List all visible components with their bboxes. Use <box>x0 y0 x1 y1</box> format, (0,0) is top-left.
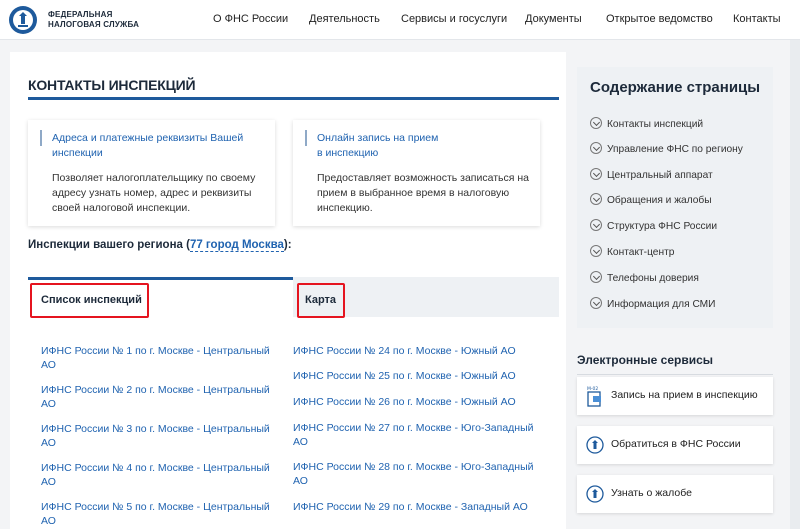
card-accent-bar <box>305 130 307 146</box>
chevron-down-icon <box>590 219 602 231</box>
region-heading: Инспекции вашего региона (77 город Москв… <box>28 239 292 252</box>
eservices-divider <box>577 374 773 375</box>
inspection-link[interactable]: ИФНС России № 3 по г. Москве - Центральн… <box>41 422 270 450</box>
highlight-box-map <box>297 283 345 318</box>
fns-emblem-icon <box>586 436 604 454</box>
nav-services[interactable]: Сервисы и госуслуги <box>401 13 507 25</box>
inspection-link[interactable]: ИФНС России № 26 по г. Москве - Южный АО <box>293 395 516 409</box>
page-title: КОНТАКТЫ ИНСПЕКЦИЙ <box>28 77 196 93</box>
eservice-complaint-status[interactable]: Узнать о жалобе <box>577 475 773 513</box>
eservice-contact-fns[interactable]: Обратиться в ФНС России <box>577 426 773 464</box>
toc-item-structure[interactable]: Структура ФНС России <box>590 219 717 232</box>
region-select-link[interactable]: 77 город Москва <box>189 239 284 252</box>
chevron-down-icon <box>590 142 602 154</box>
title-underline <box>28 97 559 100</box>
inspection-link[interactable]: ИФНС России № 25 по г. Москве - Южный АО <box>293 369 516 383</box>
appointment-description: Предоставляет возможность записаться на … <box>317 172 529 214</box>
service-card-requisites: Адреса и платежные реквизиты Вашей инспе… <box>28 120 275 226</box>
toc-item-hotlines[interactable]: Телефоны доверия <box>590 271 699 284</box>
page-scrollbar[interactable] <box>790 40 800 529</box>
nav-activity[interactable]: Деятельность <box>309 13 380 25</box>
chevron-down-icon <box>590 245 602 257</box>
chevron-down-icon <box>590 168 602 180</box>
site-header: ФЕДЕРАЛЬНАЯ НАЛОГОВАЯ СЛУЖБА О ФНС Росси… <box>0 0 800 40</box>
inspection-link[interactable]: ИФНС России № 28 по г. Москве - Юго-Запа… <box>293 460 534 488</box>
inspection-link[interactable]: ИФНС России № 1 по г. Москве - Центральн… <box>41 344 270 372</box>
requisites-description: Позволяет налогоплательщику по своему ад… <box>52 172 256 214</box>
inspection-link[interactable]: ИФНС России № 29 по г. Москве - Западный… <box>293 500 528 514</box>
nav-about[interactable]: О ФНС России <box>213 13 288 25</box>
chevron-down-icon <box>590 297 602 309</box>
fns-emblem-icon <box>586 485 604 503</box>
appointment-link[interactable]: Онлайн запись на прием в инспекцию <box>317 131 438 161</box>
toc-item-central-office[interactable]: Центральный аппарат <box>590 168 713 181</box>
toc-item-contacts[interactable]: Контакты инспекций <box>590 117 703 130</box>
card-accent-bar <box>40 130 42 146</box>
svg-text:М-02: М-02 <box>587 386 598 392</box>
toc-item-appeals[interactable]: Обращения и жалобы <box>590 193 712 206</box>
nav-contacts[interactable]: Контакты <box>733 13 781 25</box>
inspection-link[interactable]: ИФНС России № 27 по г. Москве - Юго-Запа… <box>293 421 534 449</box>
org-name[interactable]: ФЕДЕРАЛЬНАЯ НАЛОГОВАЯ СЛУЖБА <box>48 10 139 30</box>
chevron-down-icon <box>590 193 602 205</box>
toc-item-regional-office[interactable]: Управление ФНС по региону <box>590 142 743 155</box>
inspection-link[interactable]: ИФНС России № 24 по г. Москве - Южный АО <box>293 344 516 358</box>
document-icon: М-02 <box>587 386 601 407</box>
page-contents-title: Содержание страницы <box>590 79 761 96</box>
requisites-link[interactable]: Адреса и платежные реквизиты Вашей инспе… <box>52 131 243 161</box>
inspection-link[interactable]: ИФНС России № 5 по г. Москве - Центральн… <box>41 500 270 528</box>
inspection-link[interactable]: ИФНС России № 2 по г. Москве - Центральн… <box>41 383 270 411</box>
fns-emblem-icon[interactable] <box>8 5 38 35</box>
eservice-appointment[interactable]: М-02 Запись на прием в инспекцию <box>577 377 773 415</box>
toc-item-contact-center[interactable]: Контакт-центр <box>590 245 674 258</box>
chevron-down-icon <box>590 117 602 129</box>
toc-item-media[interactable]: Информация для СМИ <box>590 297 716 310</box>
chevron-down-icon <box>590 271 602 283</box>
eservices-title: Электронные сервисы <box>577 353 714 367</box>
highlight-box-list <box>30 283 149 318</box>
nav-open-agency[interactable]: Открытое ведомство <box>606 13 713 25</box>
inspection-link[interactable]: ИФНС России № 4 по г. Москве - Центральн… <box>41 461 270 489</box>
nav-documents[interactable]: Документы <box>525 13 582 25</box>
service-card-appointment: Онлайн запись на прием в инспекцию Предо… <box>293 120 540 226</box>
